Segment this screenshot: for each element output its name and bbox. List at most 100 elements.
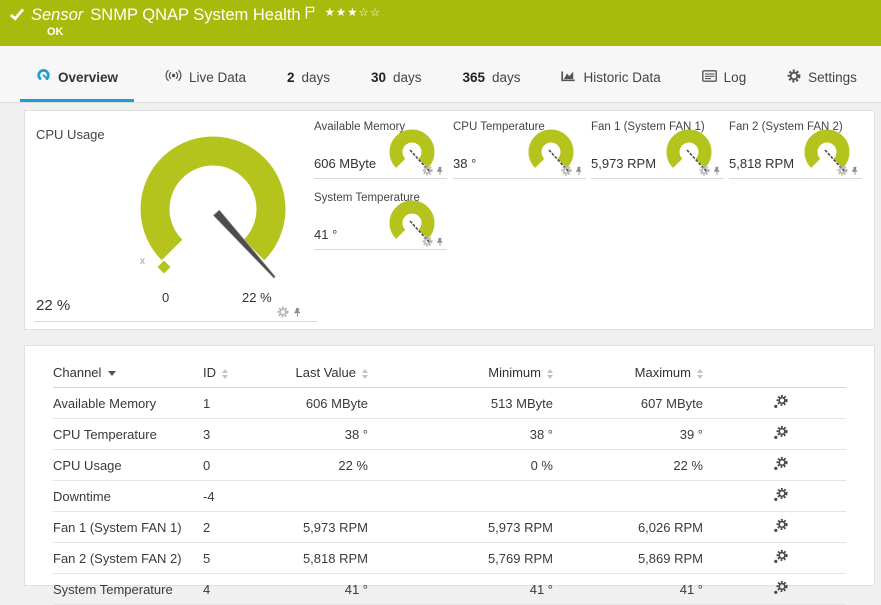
table-row: CPU Temperature 3 38 ° 38 ° 39 ° xyxy=(53,418,846,450)
tab-label: Settings xyxy=(808,69,857,85)
tab-label: days xyxy=(301,69,331,85)
page-title: SNMP QNAP System Health xyxy=(90,6,301,24)
channel-id: 0 xyxy=(203,449,288,481)
gauges-panel: CPU Usage x 0 22 % 22 % Available Memory… xyxy=(24,110,875,330)
channel-name: Available Memory xyxy=(53,387,203,419)
gauge-settings-gear-icon[interactable] xyxy=(699,165,710,176)
priority-stars[interactable]: ★★★☆☆ xyxy=(325,5,382,19)
gauge-pin-icon[interactable] xyxy=(435,165,445,176)
table-row: System Temperature 4 41 ° 41 ° 41 ° xyxy=(53,573,846,605)
gauge-settings-gear-icon[interactable] xyxy=(561,165,572,176)
channel-last-value: 22 % xyxy=(288,449,368,481)
log-icon xyxy=(701,69,717,85)
channel-settings-icon[interactable] xyxy=(773,456,788,471)
channel-id: 1 xyxy=(203,387,288,419)
gauge-settings-gear-icon[interactable] xyxy=(422,165,433,176)
channel-name: CPU Temperature xyxy=(53,418,203,450)
channel-maximum: 5,869 RPM xyxy=(553,542,703,574)
gauge-value: 22 % xyxy=(36,297,71,314)
channel-last-value xyxy=(288,480,368,512)
cpu-usage-gauge xyxy=(140,136,286,279)
gauge-icon xyxy=(36,68,51,86)
gauge-settings-gear-icon[interactable] xyxy=(277,306,289,318)
channel-id: 2 xyxy=(203,511,288,543)
gauge-value: 5,818 RPM xyxy=(729,156,795,171)
channel-last-value: 5,973 RPM xyxy=(288,511,368,543)
table-header-row: Channel ID Last Value Minimum Maximum xyxy=(53,356,846,388)
gauge-pin-icon[interactable] xyxy=(435,236,445,247)
tab-live-data[interactable]: Live Data xyxy=(155,55,256,102)
tab-historic-data[interactable]: Historic Data xyxy=(551,55,670,102)
gauge-tile-cpu-temperature: CPU Temperature 38 ° xyxy=(453,121,586,179)
sort-desc-icon xyxy=(108,371,117,377)
gauge-scale-max: 22 % xyxy=(242,290,272,305)
gauge-pin-icon[interactable] xyxy=(292,307,303,318)
gauge-pin-icon[interactable] xyxy=(850,165,860,176)
sort-icon xyxy=(222,368,228,379)
channel-settings-icon[interactable] xyxy=(773,487,788,502)
column-header-id[interactable]: ID xyxy=(203,356,288,388)
tab-overview[interactable]: Overview xyxy=(20,55,135,102)
tab-log[interactable]: Log xyxy=(692,55,757,102)
channel-id: 4 xyxy=(203,573,288,605)
channel-minimum: 41 ° xyxy=(368,573,553,605)
status-badge: OK xyxy=(47,26,64,38)
column-header-maximum[interactable]: Maximum xyxy=(553,356,703,388)
column-header-minimum[interactable]: Minimum xyxy=(368,356,553,388)
channel-last-value: 41 ° xyxy=(288,573,368,605)
channel-settings-icon[interactable] xyxy=(773,518,788,533)
gauge-settings-gear-icon[interactable] xyxy=(422,236,433,247)
stars-empty[interactable]: ☆☆ xyxy=(359,5,382,19)
gauge-tile-fan1: Fan 1 (System FAN 1) 5,973 RPM xyxy=(591,121,724,179)
table-row: Available Memory 1 606 MByte 513 MByte 6… xyxy=(53,387,846,419)
tab-365-days[interactable]: 365 days xyxy=(452,55,530,102)
tab-label: days xyxy=(392,69,422,85)
column-header-edit xyxy=(703,356,846,388)
tab-2-days[interactable]: 2 days xyxy=(277,55,340,102)
tab-number: 2 xyxy=(286,69,295,85)
channel-minimum: 513 MByte xyxy=(368,387,553,419)
historic-chart-icon xyxy=(561,69,576,85)
channel-name: CPU Usage xyxy=(53,449,203,481)
tab-label: Historic Data xyxy=(583,69,661,85)
tab-settings[interactable]: Settings xyxy=(777,55,867,102)
channel-minimum: 0 % xyxy=(368,449,553,481)
column-header-last-value[interactable]: Last Value xyxy=(288,356,368,388)
gauge-pin-icon[interactable] xyxy=(574,165,584,176)
flag-icon[interactable] xyxy=(305,6,315,22)
sort-icon xyxy=(362,368,368,379)
table-row: CPU Usage 0 22 % 0 % 22 % xyxy=(53,449,846,481)
gauge-value: 38 ° xyxy=(453,156,477,171)
gauge-settings-gear-icon[interactable] xyxy=(837,165,848,176)
live-data-icon xyxy=(165,69,182,85)
channel-maximum xyxy=(553,480,703,512)
channel-maximum: 607 MByte xyxy=(553,387,703,419)
channels-table-panel: Channel ID Last Value Minimum Maximum Av… xyxy=(24,345,875,605)
gauge-tile-system-temperature: System Temperature 41 ° xyxy=(314,192,447,250)
channel-minimum: 38 ° xyxy=(368,418,553,450)
gauge-start-marker: x xyxy=(140,256,145,267)
sort-icon xyxy=(697,368,703,379)
stars-filled[interactable]: ★★★ xyxy=(325,5,359,19)
tab-label: days xyxy=(491,69,521,85)
channel-id: 5 xyxy=(203,542,288,574)
channel-settings-icon[interactable] xyxy=(773,549,788,564)
channel-settings-icon[interactable] xyxy=(773,425,788,440)
channel-minimum: 5,973 RPM xyxy=(368,511,553,543)
table-row: Fan 1 (System FAN 1) 2 5,973 RPM 5,973 R… xyxy=(53,511,846,543)
channel-name: Fan 2 (System FAN 2) xyxy=(53,542,203,574)
tab-30-days[interactable]: 30 days xyxy=(361,55,432,102)
table-row: Downtime -4 xyxy=(53,480,846,512)
channel-settings-icon[interactable] xyxy=(773,580,788,595)
channel-last-value: 5,818 RPM xyxy=(288,542,368,574)
sort-icon xyxy=(547,368,553,379)
gauge-scale-min: 0 xyxy=(162,290,170,305)
channel-name: Downtime xyxy=(53,480,203,512)
column-header-channel[interactable]: Channel xyxy=(53,356,203,388)
gauge-tile-cpu-usage: CPU Usage x 0 22 % 22 % xyxy=(34,119,317,322)
channel-settings-icon[interactable] xyxy=(773,394,788,409)
channel-maximum: 22 % xyxy=(553,449,703,481)
gauge-pin-icon[interactable] xyxy=(712,165,722,176)
channel-minimum: 5,769 RPM xyxy=(368,542,553,574)
gauge-value: 606 MByte xyxy=(314,156,377,171)
